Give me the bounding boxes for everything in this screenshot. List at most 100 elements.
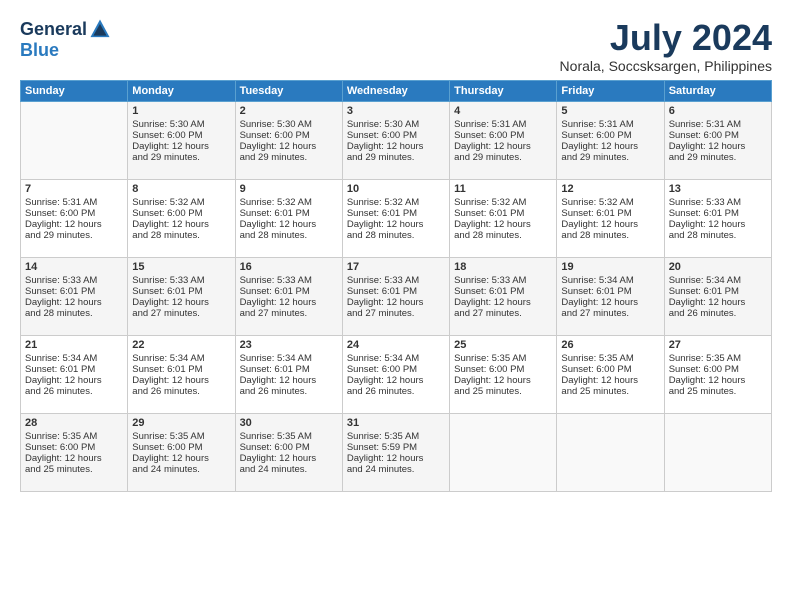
- calendar-week-row: 1Sunrise: 5:30 AMSunset: 6:00 PMDaylight…: [21, 101, 772, 179]
- day-number: 29: [132, 417, 230, 429]
- table-row: 20Sunrise: 5:34 AMSunset: 6:01 PMDayligh…: [664, 257, 771, 335]
- table-row: 21Sunrise: 5:34 AMSunset: 6:01 PMDayligh…: [21, 335, 128, 413]
- day-info-line: Sunrise: 5:35 AM: [669, 353, 767, 364]
- title-block: July 2024 Norala, Soccsksargen, Philippi…: [560, 18, 772, 74]
- table-row: 26Sunrise: 5:35 AMSunset: 6:00 PMDayligh…: [557, 335, 664, 413]
- day-info-line: Sunrise: 5:35 AM: [454, 353, 552, 364]
- day-number: 22: [132, 339, 230, 351]
- day-info-line: Sunset: 6:00 PM: [240, 442, 338, 453]
- table-row: 8Sunrise: 5:32 AMSunset: 6:00 PMDaylight…: [128, 179, 235, 257]
- day-info-line: Sunset: 6:01 PM: [347, 208, 445, 219]
- day-info-line: Sunset: 6:01 PM: [454, 208, 552, 219]
- day-info-line: Sunrise: 5:32 AM: [561, 197, 659, 208]
- day-info-line: Sunrise: 5:33 AM: [347, 275, 445, 286]
- col-thursday: Thursday: [450, 80, 557, 101]
- day-info-line: Sunset: 6:01 PM: [347, 286, 445, 297]
- day-info-line: and 25 minutes.: [25, 464, 123, 475]
- table-row: 29Sunrise: 5:35 AMSunset: 6:00 PMDayligh…: [128, 413, 235, 491]
- table-row: 15Sunrise: 5:33 AMSunset: 6:01 PMDayligh…: [128, 257, 235, 335]
- table-row: 31Sunrise: 5:35 AMSunset: 5:59 PMDayligh…: [342, 413, 449, 491]
- day-number: 20: [669, 261, 767, 273]
- day-info-line: Sunrise: 5:34 AM: [132, 353, 230, 364]
- day-info-line: Sunrise: 5:33 AM: [240, 275, 338, 286]
- day-info-line: Sunrise: 5:33 AM: [25, 275, 123, 286]
- day-info-line: Sunrise: 5:32 AM: [347, 197, 445, 208]
- day-number: 5: [561, 105, 659, 117]
- day-info-line: Daylight: 12 hours: [669, 297, 767, 308]
- logo-text: General: [20, 18, 111, 40]
- day-info-line: Daylight: 12 hours: [454, 297, 552, 308]
- table-row: 19Sunrise: 5:34 AMSunset: 6:01 PMDayligh…: [557, 257, 664, 335]
- day-info-line: Daylight: 12 hours: [25, 297, 123, 308]
- day-info-line: Sunset: 6:01 PM: [561, 286, 659, 297]
- day-info-line: Sunrise: 5:34 AM: [347, 353, 445, 364]
- day-info-line: Daylight: 12 hours: [25, 219, 123, 230]
- day-info-line: Sunrise: 5:34 AM: [669, 275, 767, 286]
- day-info-line: Daylight: 12 hours: [454, 219, 552, 230]
- day-number: 15: [132, 261, 230, 273]
- day-info-line: Sunrise: 5:35 AM: [561, 353, 659, 364]
- day-info-line: Sunset: 6:01 PM: [240, 286, 338, 297]
- day-number: 1: [132, 105, 230, 117]
- table-row: 12Sunrise: 5:32 AMSunset: 6:01 PMDayligh…: [557, 179, 664, 257]
- day-info-line: Daylight: 12 hours: [669, 375, 767, 386]
- col-sunday: Sunday: [21, 80, 128, 101]
- col-saturday: Saturday: [664, 80, 771, 101]
- table-row: 16Sunrise: 5:33 AMSunset: 6:01 PMDayligh…: [235, 257, 342, 335]
- day-number: 12: [561, 183, 659, 195]
- table-row: 11Sunrise: 5:32 AMSunset: 6:01 PMDayligh…: [450, 179, 557, 257]
- table-row: 18Sunrise: 5:33 AMSunset: 6:01 PMDayligh…: [450, 257, 557, 335]
- day-info-line: Sunset: 6:01 PM: [454, 286, 552, 297]
- table-row: 22Sunrise: 5:34 AMSunset: 6:01 PMDayligh…: [128, 335, 235, 413]
- day-info-line: Sunset: 6:01 PM: [669, 208, 767, 219]
- logo-icon: [89, 18, 111, 40]
- day-info-line: and 25 minutes.: [454, 386, 552, 397]
- day-info-line: and 25 minutes.: [669, 386, 767, 397]
- logo-blue-text: Blue: [20, 40, 59, 61]
- table-row: [21, 101, 128, 179]
- day-info-line: and 28 minutes.: [132, 230, 230, 241]
- day-info-line: Daylight: 12 hours: [347, 219, 445, 230]
- day-info-line: Sunrise: 5:30 AM: [347, 119, 445, 130]
- day-info-line: and 26 minutes.: [669, 308, 767, 319]
- day-info-line: Sunset: 6:01 PM: [132, 364, 230, 375]
- day-info-line: Sunset: 6:01 PM: [132, 286, 230, 297]
- day-info-line: Sunset: 6:00 PM: [347, 364, 445, 375]
- day-number: 10: [347, 183, 445, 195]
- day-number: 7: [25, 183, 123, 195]
- day-info-line: and 27 minutes.: [240, 308, 338, 319]
- day-info-line: Daylight: 12 hours: [240, 141, 338, 152]
- day-number: 2: [240, 105, 338, 117]
- day-info-line: Sunset: 6:00 PM: [25, 442, 123, 453]
- day-info-line: and 28 minutes.: [240, 230, 338, 241]
- day-info-line: Daylight: 12 hours: [347, 297, 445, 308]
- day-info-line: and 26 minutes.: [132, 386, 230, 397]
- day-info-line: Daylight: 12 hours: [561, 219, 659, 230]
- day-info-line: and 29 minutes.: [25, 230, 123, 241]
- day-info-line: Sunset: 6:00 PM: [240, 130, 338, 141]
- day-info-line: Daylight: 12 hours: [240, 453, 338, 464]
- day-info-line: Daylight: 12 hours: [347, 453, 445, 464]
- table-row: 6Sunrise: 5:31 AMSunset: 6:00 PMDaylight…: [664, 101, 771, 179]
- table-row: 23Sunrise: 5:34 AMSunset: 6:01 PMDayligh…: [235, 335, 342, 413]
- col-tuesday: Tuesday: [235, 80, 342, 101]
- day-info-line: Sunset: 6:00 PM: [561, 364, 659, 375]
- day-info-line: Sunrise: 5:35 AM: [347, 431, 445, 442]
- day-info-line: Sunrise: 5:35 AM: [132, 431, 230, 442]
- day-number: 6: [669, 105, 767, 117]
- day-info-line: Sunset: 6:00 PM: [132, 130, 230, 141]
- table-row: 7Sunrise: 5:31 AMSunset: 6:00 PMDaylight…: [21, 179, 128, 257]
- col-friday: Friday: [557, 80, 664, 101]
- table-row: [557, 413, 664, 491]
- day-info-line: Sunset: 6:01 PM: [240, 208, 338, 219]
- table-row: 30Sunrise: 5:35 AMSunset: 6:00 PMDayligh…: [235, 413, 342, 491]
- day-info-line: Sunrise: 5:35 AM: [25, 431, 123, 442]
- day-info-line: and 27 minutes.: [347, 308, 445, 319]
- day-info-line: Sunrise: 5:32 AM: [240, 197, 338, 208]
- day-info-line: Sunset: 6:00 PM: [132, 442, 230, 453]
- day-info-line: Daylight: 12 hours: [454, 375, 552, 386]
- day-info-line: Daylight: 12 hours: [454, 141, 552, 152]
- day-number: 30: [240, 417, 338, 429]
- day-info-line: Sunrise: 5:30 AM: [240, 119, 338, 130]
- calendar-table: Sunday Monday Tuesday Wednesday Thursday…: [20, 80, 772, 492]
